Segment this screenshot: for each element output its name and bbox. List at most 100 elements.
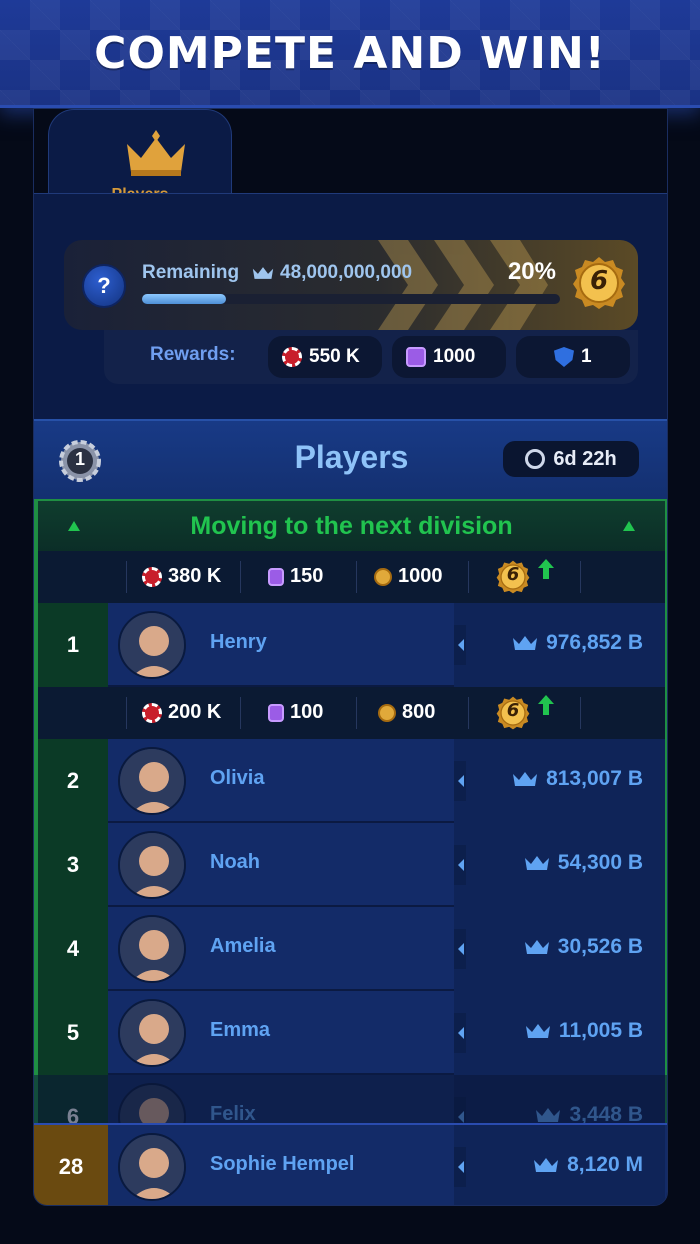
chevron-left-icon[interactable] <box>454 1013 466 1053</box>
current-user-row[interactable]: 28 Sophie Hempel 8,120 M <box>34 1123 667 1205</box>
arrow-up-icon <box>538 695 554 715</box>
avatar <box>118 1133 186 1201</box>
next-division-text: Moving to the next division <box>190 512 513 540</box>
current-user-score-value: 8,120 M <box>567 1153 643 1176</box>
reward-chips: 550 K <box>268 336 382 378</box>
chevron-left-icon[interactable] <box>454 845 466 885</box>
tier-chips: 200 K <box>142 701 221 724</box>
reward-tickets-value: 1000 <box>433 346 476 367</box>
reward-shields: 1 <box>516 336 630 378</box>
player-row[interactable]: 5 Emma 11,005 B <box>34 991 667 1075</box>
tier-coins-value: 1000 <box>398 565 443 587</box>
players-header: 1 Players 6d 22h <box>34 419 667 499</box>
player-name: Emma <box>210 1019 271 1041</box>
tier-chips-value: 200 K <box>168 701 222 723</box>
tier-coins-value: 800 <box>402 701 436 723</box>
player-score: 976,852 B <box>512 631 643 655</box>
player-row[interactable]: 4 Amelia 30,526 B <box>34 907 667 991</box>
players-list[interactable]: Moving to the next division 380 K 150 10… <box>34 499 667 1205</box>
arrow-up-icon <box>538 559 554 579</box>
chevron-left-icon[interactable] <box>454 929 466 969</box>
tier-coins: 800 <box>378 701 435 724</box>
player-score: 813,007 B <box>512 767 643 791</box>
crown-icon <box>127 130 185 176</box>
player-name: Olivia <box>210 767 265 789</box>
player-score-value: 11,005 B <box>558 1019 643 1042</box>
triangle-up-icon <box>623 521 635 531</box>
player-rank: 5 <box>34 991 108 1075</box>
reward-shields-value: 1 <box>581 346 592 367</box>
chevron-left-icon[interactable] <box>454 761 466 801</box>
chip-icon <box>142 702 162 723</box>
player-score: 54,300 B <box>524 851 643 875</box>
ticket-icon <box>268 703 284 722</box>
player-row[interactable]: 3 Noah 54,300 B <box>34 823 667 907</box>
tier-tickets: 150 <box>268 565 323 588</box>
division-badge: 6 <box>572 256 626 310</box>
reward-chips-value: 550 K <box>309 346 360 367</box>
tier-chips-value: 380 K <box>168 565 222 587</box>
rewards-label: Rewards: <box>150 344 236 365</box>
chip-icon <box>142 566 162 587</box>
tab-bar: Players <box>34 109 667 203</box>
current-user-name: Sophie Hempel <box>210 1153 355 1175</box>
crown-icon <box>252 264 274 282</box>
crown-icon <box>512 634 538 652</box>
crown-icon <box>535 1106 561 1124</box>
player-score-value: 813,007 B <box>546 767 643 790</box>
tier-division-badge: 6 <box>496 560 530 594</box>
progress-section: ? Remaining 48,000,000,000 20% 6 Rewards… <box>34 193 667 419</box>
avatar <box>118 611 186 679</box>
reward-tickets: 1000 <box>392 336 506 378</box>
tier-coins: 1000 <box>374 565 443 588</box>
current-user-score: 8,120 M <box>533 1153 643 1177</box>
remaining-value: 48,000,000,000 <box>280 262 413 283</box>
avatar <box>118 747 186 815</box>
crown-icon <box>524 938 550 956</box>
player-name: Noah <box>210 851 260 873</box>
chevron-left-icon[interactable] <box>454 625 466 665</box>
crown-icon <box>533 1156 559 1174</box>
player-score-value: 30,526 B <box>557 935 643 958</box>
avatar <box>118 915 186 983</box>
player-score: 11,005 B <box>525 1019 643 1043</box>
top-banner: COMPETE AND WIN! <box>0 0 700 108</box>
avatar <box>118 831 186 899</box>
ticket-icon <box>406 347 426 367</box>
timer-badge: 6d 22h <box>503 441 639 477</box>
player-rank: 3 <box>34 823 108 907</box>
shield-icon <box>554 347 574 367</box>
reward-tier-row: 380 K 150 1000 6 <box>34 551 667 603</box>
player-rank: 4 <box>34 907 108 991</box>
tier-tickets-value: 150 <box>290 565 324 587</box>
coin-icon <box>378 703 396 722</box>
chip-icon <box>282 347 302 367</box>
next-division-banner: Moving to the next division <box>34 499 667 551</box>
chevron-left-icon[interactable] <box>454 1147 466 1187</box>
rewards-row: Rewards: 550 K 1000 1 <box>104 330 638 384</box>
timer-icon <box>525 449 546 469</box>
tab-players[interactable]: Players <box>48 109 232 203</box>
ticket-icon <box>268 567 284 586</box>
help-button[interactable]: ? <box>82 264 126 308</box>
division-badge-number: 6 <box>589 266 609 296</box>
tier-badge-number: 6 <box>506 564 520 585</box>
reward-tier-row: 200 K 100 800 6 <box>34 687 667 739</box>
progress-bar-fill <box>142 294 226 304</box>
player-row[interactable]: 2 Olivia 813,007 B <box>34 739 667 823</box>
tier-chips: 380 K <box>142 565 221 588</box>
player-name: Henry <box>210 631 267 653</box>
progress-percent: 20% <box>507 258 556 285</box>
timer-value: 6d 22h <box>553 447 617 470</box>
crown-icon <box>524 854 550 872</box>
tier-badge-number: 6 <box>506 700 520 721</box>
player-score: 30,526 B <box>524 935 643 959</box>
player-score-value: 976,852 B <box>546 631 643 654</box>
player-row[interactable]: 1 Henry 976,852 B <box>34 603 667 687</box>
progress-card: ? Remaining 48,000,000,000 20% 6 <box>64 240 638 330</box>
remaining-label: Remaining <box>142 262 240 283</box>
player-rank: 1 <box>34 603 108 687</box>
avatar <box>118 999 186 1067</box>
tier-tickets-value: 100 <box>290 701 324 723</box>
progress-bar <box>142 294 560 304</box>
